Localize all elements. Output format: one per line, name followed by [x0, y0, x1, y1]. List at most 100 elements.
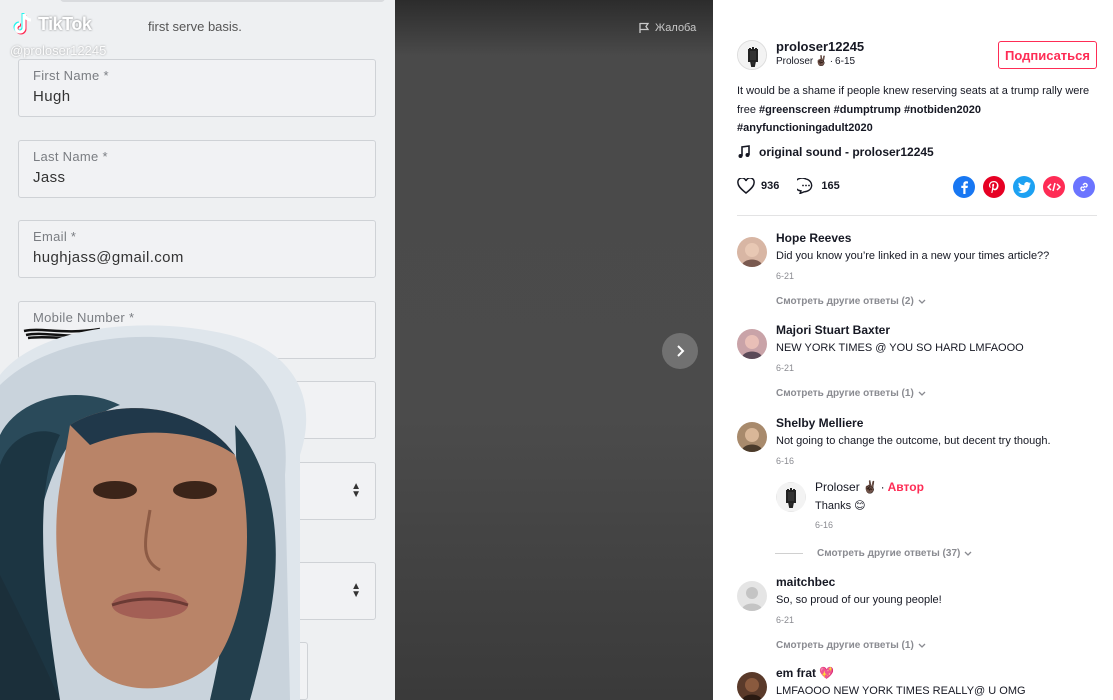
commenter-avatar[interactable] [737, 237, 767, 267]
comment-button[interactable]: 165 [797, 178, 840, 194]
chevron-down-icon [918, 299, 926, 304]
author-date: 6-15 [835, 56, 856, 67]
author-avatar[interactable] [737, 40, 767, 70]
comment-date: 6-16 [776, 456, 795, 466]
comment-text: NEW YORK TIMES @ YOU SO HARD LMFAOOO [776, 342, 1024, 354]
embed-icon[interactable] [1043, 176, 1065, 198]
section-divider [737, 215, 1097, 216]
author-date-sep: · [829, 56, 834, 67]
commenter-name[interactable]: Majori Stuart Baxter [776, 323, 890, 337]
comment-count: 165 [821, 180, 840, 192]
heart-icon [737, 178, 755, 194]
field-value: hughjass@gmail.com [33, 249, 184, 266]
video-stats: 936 165 [737, 178, 840, 194]
hashtag-link[interactable]: #anyfunctioningadult2020 [737, 122, 873, 134]
email-field: Email * hughjass@gmail.com [18, 220, 376, 278]
hashtag-link[interactable]: #dumptrump [834, 104, 901, 116]
form-serve-text: first serve basis. [148, 19, 242, 34]
facebook-icon[interactable] [953, 176, 975, 198]
commenter-avatar[interactable] [737, 422, 767, 452]
commenter-name[interactable]: maitchbec [776, 575, 835, 589]
video-details-panel: proloser12245 Proloser ✌🏿 · 6-15 Подписа… [713, 0, 1113, 700]
commenter-name-text[interactable]: em frat [776, 666, 816, 680]
comment-text: Not going to change the outcome, but dec… [776, 435, 1051, 447]
tiktok-video-page: first serve basis. First Name * Hugh Las… [0, 0, 1113, 700]
last-name-field: Last Name * Jass [18, 140, 376, 198]
chevron-down-icon [918, 643, 926, 648]
view-more-replies[interactable]: Смотреть другие ответы (37) [737, 548, 972, 559]
view-more-replies[interactable]: Смотреть другие ответы (2) [776, 296, 926, 307]
author-badge: Автор [887, 480, 924, 494]
like-button[interactable]: 936 [737, 178, 779, 194]
comment-icon [797, 178, 813, 194]
view-more-label: Смотреть другие ответы (2) [776, 296, 914, 307]
author-subline: Proloser ✌🏿 · 6-15 [776, 56, 855, 67]
hashtag-link[interactable]: #notbiden2020 [904, 104, 981, 116]
commenter-avatar[interactable] [737, 672, 767, 700]
music-note-icon [738, 145, 750, 158]
comment-text: LMFAOOO NEW YORK TIMES REALLY@ U OMG [776, 685, 1026, 697]
view-more-replies[interactable]: Смотреть другие ответы (1) [776, 640, 926, 651]
comment-text: Did you know you’re linked in a new your… [776, 250, 1050, 262]
commenter-name: em frat 💖 [776, 666, 834, 680]
sound-name: original sound - proloser12245 [759, 145, 934, 159]
chevron-down-icon [964, 551, 972, 556]
hashtag-link[interactable]: #greenscreen [759, 104, 831, 116]
reply-author: Proloser ✌🏿 · Автор [815, 480, 924, 494]
commenter-name-emoji: 💖 [819, 666, 834, 680]
reply-avatar[interactable] [776, 482, 806, 512]
creator-video-image [0, 325, 307, 700]
tiktok-logo: TikTok [12, 12, 92, 36]
field-label: Email * [33, 229, 77, 244]
field-label: First Name * [33, 68, 109, 83]
follow-button[interactable]: Подписаться [998, 41, 1097, 69]
view-more-label: Смотреть другие ответы (1) [776, 640, 914, 651]
field-value: Hugh [33, 88, 71, 105]
view-more-replies[interactable]: Смотреть другие ответы (1) [776, 388, 926, 399]
first-name-field: First Name * Hugh [18, 59, 376, 117]
field-label: Last Name * [33, 149, 108, 164]
video-frame[interactable]: first serve basis. First Name * Hugh Las… [0, 0, 395, 700]
comment-item: maitchbec So, so proud of our young peop… [737, 575, 1097, 655]
chevron-right-icon [677, 345, 685, 357]
reply-text-emoji: 😊 [854, 500, 866, 512]
pinterest-icon[interactable] [983, 176, 1005, 198]
share-buttons [953, 176, 1095, 198]
link-icon[interactable] [1073, 176, 1095, 198]
view-more-label: Смотреть другие ответы (37) [817, 548, 961, 559]
comment-date: 6-21 [776, 363, 795, 373]
tiktok-wordmark: TikTok [38, 13, 92, 34]
author-username[interactable]: proloser12245 [776, 39, 864, 54]
comment-text: So, so proud of our young people! [776, 594, 942, 606]
commenter-avatar[interactable] [737, 581, 767, 611]
video-handle-watermark: @proloser12245 [10, 43, 107, 58]
reply-author-sep: · [880, 480, 885, 494]
reply-item: Proloser ✌🏿 · Автор Thanks 😊 6-16 [776, 480, 1097, 540]
comment-item: Majori Stuart Baxter NEW YORK TIMES @ YO… [737, 323, 1097, 403]
reply-text-body: Thanks [815, 500, 852, 512]
reply-divider-line [775, 553, 803, 554]
video-player[interactable]: first serve basis. First Name * Hugh Las… [0, 0, 713, 700]
report-label: Жалоба [655, 22, 697, 34]
sound-link[interactable]: original sound - proloser12245 [737, 145, 934, 159]
commenter-avatar[interactable] [737, 329, 767, 359]
video-caption: It would be a shame if people knew reser… [737, 82, 1097, 138]
form-top-bar [60, 0, 385, 2]
field-value: Jass [33, 169, 66, 186]
reply-author-name[interactable]: Proloser [815, 480, 860, 494]
comment-item: em frat 💖 LMFAOOO NEW YORK TIMES REALLY@… [737, 666, 1097, 700]
report-button[interactable]: Жалоба [638, 22, 696, 34]
comment-item: Hope Reeves Did you know you’re linked i… [737, 231, 1097, 311]
reply-text: Thanks 😊 [815, 499, 866, 512]
flag-icon [639, 22, 650, 33]
next-video-button[interactable] [662, 333, 698, 369]
twitter-icon[interactable] [1013, 176, 1035, 198]
comment-item: Shelby Melliere Not going to change the … [737, 416, 1097, 566]
commenter-name[interactable]: Hope Reeves [776, 231, 851, 245]
comment-date: 6-21 [776, 271, 795, 281]
commenter-name[interactable]: Shelby Melliere [776, 416, 863, 430]
tiktok-note-icon [13, 13, 32, 35]
comment-date: 6-21 [776, 615, 795, 625]
like-count: 936 [761, 180, 780, 192]
reply-author-emoji: ✌🏿 [862, 480, 878, 494]
